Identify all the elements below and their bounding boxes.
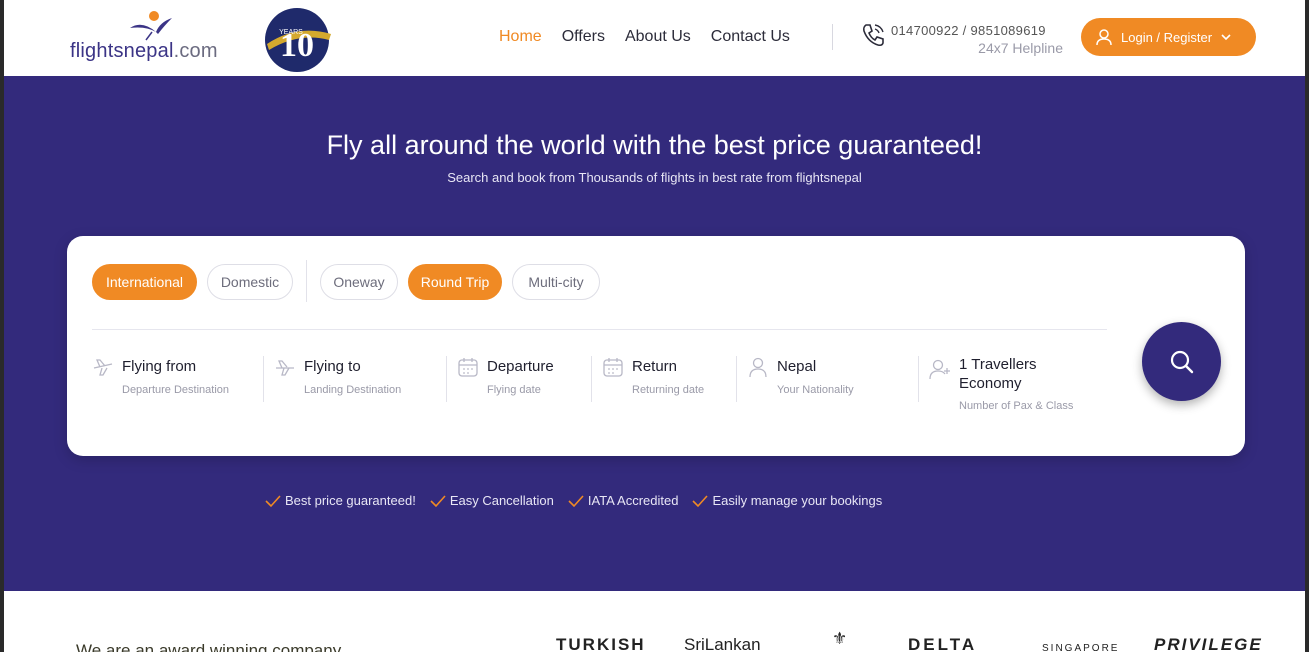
flying-to-label: Flying to <box>304 358 361 375</box>
cabin-class: Economy <box>959 375 1022 392</box>
airline-logo-singapore: SINGAPORE <box>1042 643 1120 652</box>
window-frame-right <box>1305 0 1309 652</box>
trip-round-trip-toggle[interactable]: Round Trip <box>408 264 502 300</box>
flying-from-field[interactable]: Flying from Departure Destination <box>92 354 257 414</box>
search-icon <box>1170 350 1193 373</box>
nav-offers[interactable]: Offers <box>562 28 605 46</box>
add-person-icon <box>929 359 950 380</box>
search-flights-button[interactable] <box>1142 322 1221 401</box>
airline-logo-delta: DELTA <box>908 635 978 652</box>
trip-oneway-toggle[interactable]: Oneway <box>320 264 398 300</box>
flying-to-field[interactable]: Flying to Landing Destination <box>274 354 439 414</box>
calendar-icon <box>603 358 623 377</box>
card-divider <box>92 329 1107 330</box>
nationality-value: Nepal <box>777 358 817 375</box>
svg-text:YEARS: YEARS <box>279 29 303 36</box>
field-divider <box>736 356 737 402</box>
plane-landing-icon <box>276 360 294 376</box>
return-label: Return <box>632 358 678 375</box>
bird-logo-icon <box>130 11 172 41</box>
travellers-count: 1 Travellers <box>959 356 1037 373</box>
check-icon <box>265 494 281 507</box>
nationality-field[interactable]: Nepal Your Nationality <box>747 354 907 414</box>
scope-domestic-toggle[interactable]: Domestic <box>207 264 293 300</box>
feature-item: IATA Accredited <box>568 493 679 508</box>
pill-separator <box>306 260 307 302</box>
feature-label: IATA Accredited <box>587 493 679 508</box>
field-divider <box>446 356 447 402</box>
site-header: flightsnepal.com 10 YEARS Home Offers Ab… <box>4 0 1305 76</box>
trip-multi-city-toggle[interactable]: Multi-city <box>512 264 600 300</box>
departure-label: Departure <box>487 358 554 375</box>
return-date-field[interactable]: Return Returning date <box>602 354 732 414</box>
check-icon <box>430 494 446 507</box>
feature-label: Best price guaranteed! <box>285 493 416 508</box>
airline-logo-srilankan: SriLankan <box>684 635 761 652</box>
hero-section: Fly all around the world with the best p… <box>4 76 1305 591</box>
user-icon <box>1096 29 1112 46</box>
nav-home[interactable]: Home <box>499 28 542 46</box>
feature-label: Easy Cancellation <box>449 493 554 508</box>
feature-item: Easily manage your bookings <box>692 493 882 508</box>
feature-item: Easy Cancellation <box>430 493 554 508</box>
airline-logo-other: PRIVILEGE <box>1154 635 1263 652</box>
hero-subtitle: Search and book from Thousands of flight… <box>447 170 862 185</box>
chevron-down-icon <box>1221 34 1231 41</box>
partners-strip: We are an award winning company TURKISH … <box>4 591 1305 652</box>
hero-title: Fly all around the world with the best p… <box>326 130 983 160</box>
helpline: 014700922 / 9851089619 24x7 Helpline <box>860 20 1070 60</box>
nav-contact-us[interactable]: Contact Us <box>711 28 790 46</box>
scope-international-toggle[interactable]: International <box>92 264 197 300</box>
calendar-icon <box>458 358 478 377</box>
flying-from-hint: Departure Destination <box>122 384 230 396</box>
helpline-numbers[interactable]: 014700922 / 9851089619 <box>891 23 1046 38</box>
login-register-label: Login / Register <box>1121 29 1213 45</box>
field-divider <box>263 356 264 402</box>
return-hint: Returning date <box>632 384 705 396</box>
flying-from-label: Flying from <box>122 358 197 375</box>
feature-label: Easily manage your bookings <box>712 493 883 508</box>
feature-item: Best price guaranteed! <box>265 493 416 508</box>
departure-date-field[interactable]: Departure Flying date <box>457 354 587 414</box>
award-heading: We are an award winning company <box>76 641 342 652</box>
airline-logo-turkish: TURKISH <box>556 635 646 652</box>
check-icon <box>568 494 584 507</box>
airline-logo-emirates-icon: ⚜ <box>832 629 850 648</box>
flight-search-card: International Domestic Oneway Round Trip… <box>67 236 1245 456</box>
nationality-hint: Your Nationality <box>777 384 854 396</box>
flightsnepal-logo[interactable]: flightsnepal.com <box>70 10 240 66</box>
person-icon <box>749 357 767 378</box>
travellers-class-field[interactable]: 1 Travellers Economy Number of Pax & Cla… <box>929 352 1104 418</box>
nav-divider <box>832 24 833 50</box>
main-nav: Home Offers About Us Contact Us <box>499 28 790 46</box>
phone-icon <box>862 24 884 47</box>
feature-list: Best price guaranteed! Easy Cancellation… <box>265 493 882 508</box>
plane-takeoff-icon <box>93 359 113 376</box>
nav-about-us[interactable]: About Us <box>625 28 691 46</box>
field-divider <box>918 356 919 402</box>
check-icon <box>692 494 709 507</box>
10-years-badge: 10 YEARS <box>265 8 331 72</box>
login-register-button[interactable]: Login / Register <box>1081 18 1256 56</box>
departure-hint: Flying date <box>487 384 541 396</box>
helpline-label: 24x7 Helpline <box>978 40 1063 56</box>
field-divider <box>591 356 592 402</box>
logo-wordmark: flightsnepal.com <box>70 40 218 62</box>
flying-to-hint: Landing Destination <box>304 384 402 396</box>
travellers-hint: Number of Pax & Class <box>959 400 1074 412</box>
